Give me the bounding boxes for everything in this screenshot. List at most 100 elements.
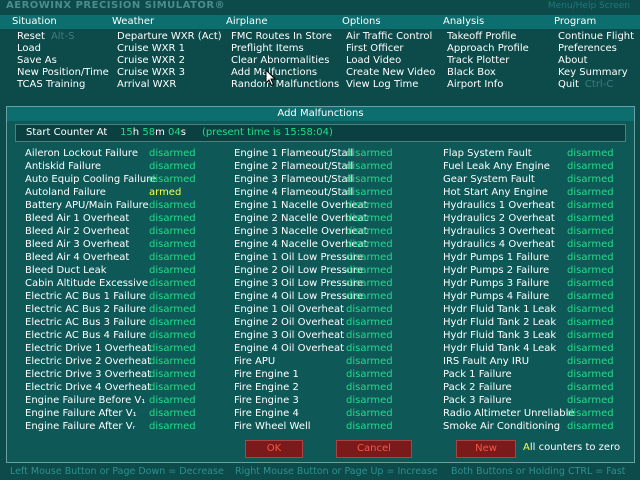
malfunction-state[interactable]: disarmed <box>567 316 614 329</box>
malfunction-row[interactable]: Engine Failure After V₁ disarmed <box>25 407 225 420</box>
malfunction-row[interactable]: IRS Fault Any IRU disarmed <box>443 355 628 368</box>
malfunction-row[interactable]: Engine 1 Flameout/Stall disarmed <box>234 147 439 160</box>
menu-item-first-officer[interactable]: First Officer <box>346 43 435 55</box>
malfunction-state[interactable]: disarmed <box>346 355 393 368</box>
menu-item-cruise-wxr-3[interactable]: Cruise WXR 3 <box>117 67 222 79</box>
malfunction-state[interactable]: disarmed <box>346 199 393 212</box>
malfunction-state[interactable]: disarmed <box>346 381 393 394</box>
counter-seconds[interactable]: 04 <box>168 127 181 138</box>
malfunction-row[interactable]: Pack 3 Failure disarmed <box>443 394 628 407</box>
menu-item-cruise-wxr-2[interactable]: Cruise WXR 2 <box>117 55 222 67</box>
malfunction-state[interactable]: disarmed <box>149 355 196 368</box>
menu-item-preflight-items[interactable]: Preflight Items <box>231 43 339 55</box>
malfunction-row[interactable]: Engine 4 Flameout/Stall disarmed <box>234 186 439 199</box>
malfunction-row[interactable]: Bleed Air 2 Overheat disarmed <box>25 225 225 238</box>
malfunction-row[interactable]: Engine 2 Nacelle Overheat disarmed <box>234 212 439 225</box>
malfunction-state[interactable]: disarmed <box>567 420 614 433</box>
malfunction-row[interactable]: Engine Failure Before V₁ disarmed <box>25 394 225 407</box>
malfunction-state[interactable]: disarmed <box>149 407 196 420</box>
malfunction-row[interactable]: Hydr Pumps 1 Failure disarmed <box>443 251 628 264</box>
menu-item-airport-info[interactable]: Airport Info <box>447 79 529 91</box>
malfunction-state[interactable]: disarmed <box>567 303 614 316</box>
menu-item-random-malfunctions[interactable]: Random Malfunctions <box>231 79 339 91</box>
menu-item-air-traffic-control[interactable]: Air Traffic Control <box>346 31 435 43</box>
malfunction-row[interactable]: Radio Altimeter Unreliable disarmed <box>443 407 628 420</box>
malfunction-row[interactable]: Engine 1 Oil Low Pressure disarmed <box>234 251 439 264</box>
malfunction-state[interactable]: disarmed <box>346 290 393 303</box>
malfunction-row[interactable]: Engine 2 Flameout/Stall disarmed <box>234 160 439 173</box>
malfunction-row[interactable]: Cabin Altitude Excessive disarmed <box>25 277 225 290</box>
malfunction-state[interactable]: disarmed <box>149 394 196 407</box>
malfunction-row[interactable]: Hydr Pumps 4 Failure disarmed <box>443 290 628 303</box>
malfunction-row[interactable]: Auto Equip Cooling Failure disarmed <box>25 173 225 186</box>
malfunction-state[interactable]: disarmed <box>567 160 614 173</box>
malfunction-state[interactable]: disarmed <box>346 394 393 407</box>
malfunction-row[interactable]: Engine 3 Oil Low Pressure disarmed <box>234 277 439 290</box>
malfunction-row[interactable]: Hydraulics 1 Overheat disarmed <box>443 199 628 212</box>
malfunction-state[interactable]: disarmed <box>567 251 614 264</box>
malfunction-state[interactable]: disarmed <box>346 186 393 199</box>
menu-airplane[interactable]: Airplane <box>226 16 267 27</box>
malfunction-state[interactable]: disarmed <box>567 186 614 199</box>
malfunction-state[interactable]: armed <box>149 186 181 199</box>
malfunction-state[interactable]: disarmed <box>149 147 196 160</box>
malfunction-row[interactable]: Engine 2 Oil Low Pressure disarmed <box>234 264 439 277</box>
malfunction-state[interactable]: disarmed <box>346 225 393 238</box>
malfunction-row[interactable]: Hydr Fluid Tank 4 Leak disarmed <box>443 342 628 355</box>
malfunction-row[interactable]: Engine 3 Nacelle Overheat disarmed <box>234 225 439 238</box>
menu-situation[interactable]: Situation <box>12 16 57 27</box>
menu-program[interactable]: Program <box>554 16 596 27</box>
malfunction-state[interactable]: disarmed <box>149 173 196 186</box>
menu-item-clear-abnormalities[interactable]: Clear Abnormalities <box>231 55 339 67</box>
malfunction-state[interactable]: disarmed <box>567 147 614 160</box>
malfunction-state[interactable]: disarmed <box>149 238 196 251</box>
malfunction-row[interactable]: Bleed Air 1 Overheat disarmed <box>25 212 225 225</box>
malfunction-state[interactable]: disarmed <box>149 212 196 225</box>
menu-item-about[interactable]: About <box>558 55 634 67</box>
malfunction-state[interactable]: disarmed <box>149 368 196 381</box>
menu-item-quit[interactable]: Quit Ctrl-C <box>558 79 634 91</box>
cancel-button[interactable]: Cancel <box>336 440 412 458</box>
malfunction-row[interactable]: Fuel Leak Any Engine disarmed <box>443 160 628 173</box>
malfunction-row[interactable]: Aileron Lockout Failure disarmed <box>25 147 225 160</box>
menu-item-load-video[interactable]: Load Video <box>346 55 435 67</box>
malfunction-row[interactable]: Hydr Pumps 2 Failure disarmed <box>443 264 628 277</box>
malfunction-row[interactable]: Engine 4 Oil Overheat disarmed <box>234 342 439 355</box>
menu-item-takeoff-profile[interactable]: Takeoff Profile <box>447 31 529 43</box>
malfunction-state[interactable]: disarmed <box>567 238 614 251</box>
malfunction-state[interactable]: disarmed <box>149 303 196 316</box>
malfunction-state[interactable]: disarmed <box>567 264 614 277</box>
all-counters-zero-link[interactable]: All counters to zero <box>523 442 620 453</box>
malfunction-row[interactable]: Smoke Air Conditioning disarmed <box>443 420 628 433</box>
malfunction-row[interactable]: Hydraulics 4 Overheat disarmed <box>443 238 628 251</box>
malfunction-state[interactable]: disarmed <box>149 316 196 329</box>
malfunction-row[interactable]: Pack 1 Failure disarmed <box>443 368 628 381</box>
malfunction-state[interactable]: disarmed <box>567 225 614 238</box>
malfunction-state[interactable]: disarmed <box>149 381 196 394</box>
malfunction-state[interactable]: disarmed <box>346 303 393 316</box>
malfunction-row[interactable]: Engine 1 Oil Overheat disarmed <box>234 303 439 316</box>
malfunction-row[interactable]: Battery APU/Main Failure disarmed <box>25 199 225 212</box>
malfunction-row[interactable]: Hydraulics 3 Overheat disarmed <box>443 225 628 238</box>
malfunction-row[interactable]: Electric Drive 3 Overheat disarmed <box>25 368 225 381</box>
malfunction-row[interactable]: Electric AC Bus 4 Failure disarmed <box>25 329 225 342</box>
menu-item-new-position-time[interactable]: New Position/Time <box>17 67 109 79</box>
malfunction-state[interactable]: disarmed <box>567 407 614 420</box>
menu-item-black-box[interactable]: Black Box <box>447 67 529 79</box>
malfunction-state[interactable]: disarmed <box>567 212 614 225</box>
malfunction-state[interactable]: disarmed <box>346 316 393 329</box>
menu-weather[interactable]: Weather <box>112 16 154 27</box>
malfunction-state[interactable]: disarmed <box>346 368 393 381</box>
menu-item-preferences[interactable]: Preferences <box>558 43 634 55</box>
malfunction-state[interactable]: disarmed <box>346 212 393 225</box>
malfunction-row[interactable]: Fire Engine 4 disarmed <box>234 407 439 420</box>
malfunction-state[interactable]: disarmed <box>346 342 393 355</box>
menu-item-add-malfunctions[interactable]: Add Malfunctions <box>231 67 339 79</box>
malfunction-state[interactable]: disarmed <box>567 329 614 342</box>
malfunction-state[interactable]: disarmed <box>149 277 196 290</box>
malfunction-state[interactable]: disarmed <box>149 225 196 238</box>
malfunction-row[interactable]: Engine 4 Nacelle Overheat disarmed <box>234 238 439 251</box>
malfunction-state[interactable]: disarmed <box>567 381 614 394</box>
malfunction-state[interactable]: disarmed <box>567 173 614 186</box>
new-button[interactable]: New <box>456 440 516 458</box>
